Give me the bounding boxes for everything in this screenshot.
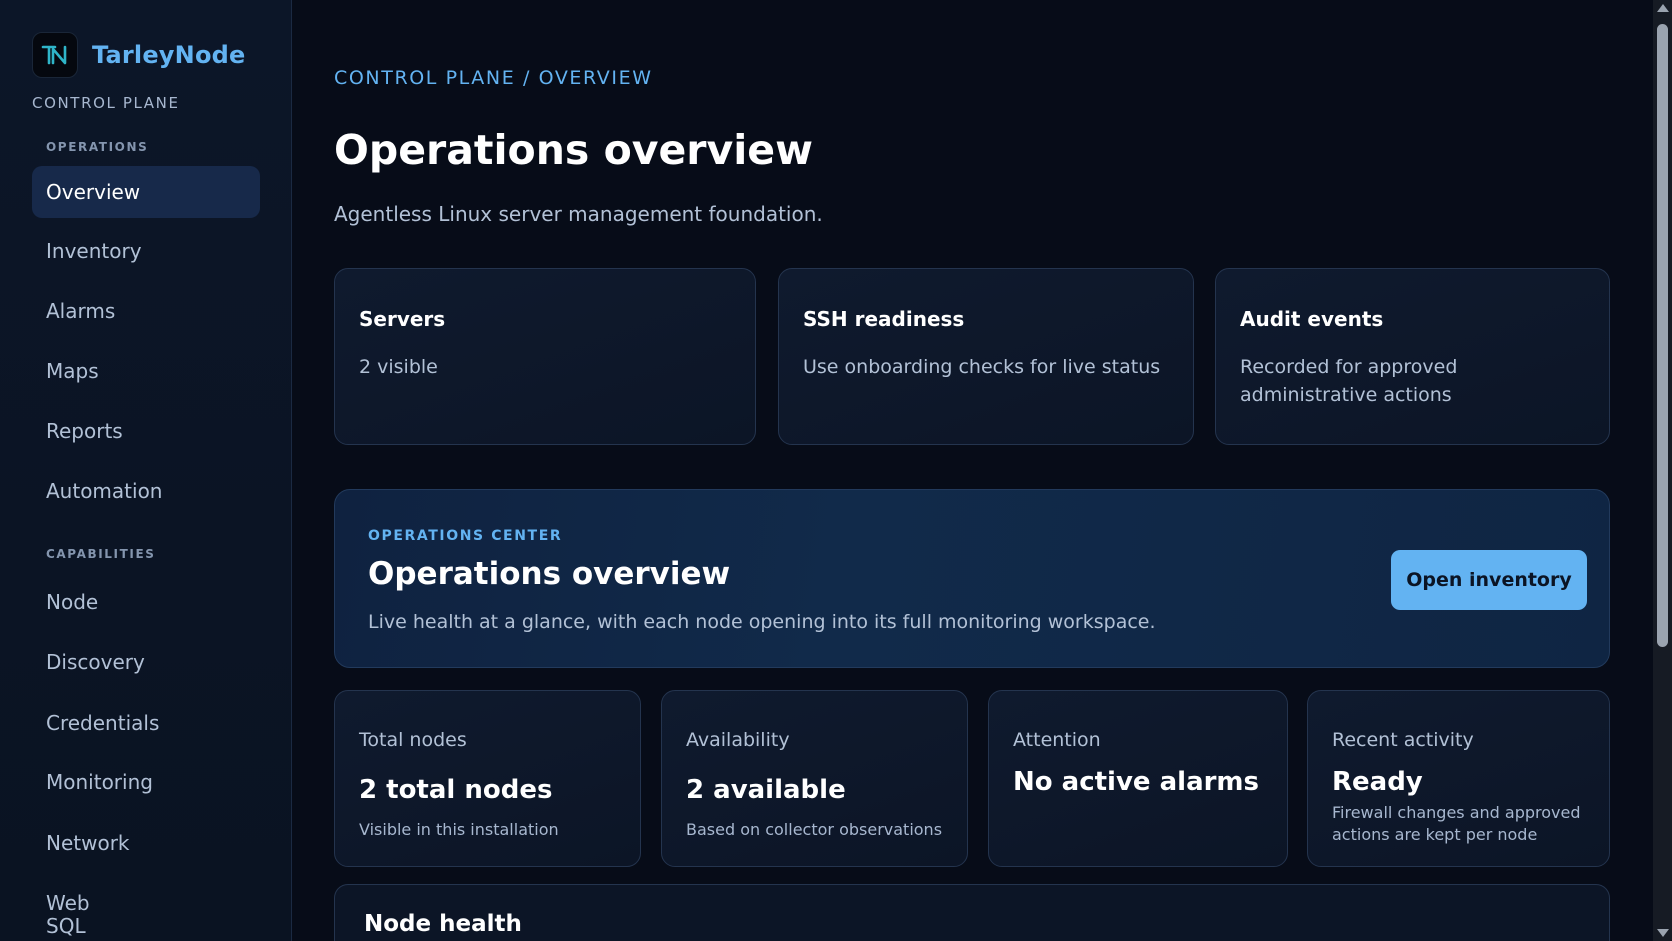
node-health-title: Node health bbox=[364, 911, 522, 937]
breadcrumb: CONTROL PLANE / OVERVIEW bbox=[334, 67, 653, 89]
page-title: Operations overview bbox=[334, 126, 813, 174]
hero-description: Live health at a glance, with each node … bbox=[368, 611, 1156, 633]
sidebar-item-label: Credentials bbox=[46, 711, 160, 735]
sidebar-item-discovery[interactable]: Discovery bbox=[32, 636, 260, 688]
node-health-panel: Node health bbox=[334, 884, 1610, 941]
page-subtitle: Agentless Linux server management founda… bbox=[334, 202, 823, 226]
brand-subtitle: CONTROL PLANE bbox=[32, 94, 180, 112]
stat-label: Recent activity bbox=[1332, 729, 1474, 751]
sidebar-item-label: Alarms bbox=[46, 299, 116, 323]
hero-title: Operations overview bbox=[368, 556, 731, 592]
sidebar-item-label: Maps bbox=[46, 359, 99, 383]
logo-glyph-icon bbox=[41, 45, 67, 65]
scrollbar-thumb[interactable] bbox=[1657, 24, 1668, 647]
card-body: Use onboarding checks for live status bbox=[803, 356, 1161, 378]
stat-card-attention: Attention No active alarms bbox=[988, 690, 1288, 867]
operations-center-banner: OPERATIONS CENTER Operations overview Li… bbox=[334, 489, 1610, 668]
sidebar-item-automation[interactable]: Automation bbox=[32, 465, 260, 517]
stat-value: 2 total nodes bbox=[359, 775, 553, 805]
stat-value: No active alarms bbox=[1013, 767, 1259, 797]
brand[interactable]: TarleyNode bbox=[32, 32, 246, 78]
vertical-scrollbar[interactable] bbox=[1653, 0, 1672, 941]
summary-card-servers: Servers 2 visible bbox=[334, 268, 756, 445]
stat-note: Visible in this installation bbox=[359, 820, 559, 839]
sidebar-item-label: Network bbox=[46, 831, 130, 855]
main-content: CONTROL PLANE / OVERVIEW Operations over… bbox=[293, 0, 1653, 941]
card-body: 2 visible bbox=[359, 356, 438, 378]
sidebar-item-node[interactable]: Node bbox=[32, 576, 260, 628]
sidebar-item-label: Discovery bbox=[46, 650, 145, 674]
card-title: Audit events bbox=[1240, 307, 1384, 331]
card-title: Servers bbox=[359, 307, 446, 331]
hero-eyebrow: OPERATIONS CENTER bbox=[368, 528, 563, 544]
stat-card-recent-activity: Recent activity Ready Firewall changes a… bbox=[1307, 690, 1610, 867]
stat-value: Ready bbox=[1332, 767, 1423, 797]
stat-label: Attention bbox=[1013, 729, 1101, 751]
brand-name: TarleyNode bbox=[92, 41, 246, 69]
sidebar-item-maps[interactable]: Maps bbox=[32, 345, 260, 397]
summary-card-audit-events: Audit events Recorded for approved admin… bbox=[1215, 268, 1610, 445]
sidebar-item-reports[interactable]: Reports bbox=[32, 405, 260, 457]
stat-note: Based on collector observations bbox=[686, 820, 943, 839]
scroll-up-arrow-icon[interactable] bbox=[1657, 4, 1669, 12]
sidebar-item-sql[interactable]: SQL bbox=[32, 912, 260, 941]
open-inventory-button[interactable]: Open inventory bbox=[1391, 550, 1587, 610]
sidebar-item-monitoring[interactable]: Monitoring bbox=[32, 756, 260, 808]
nav-section-capabilities: CAPABILITIES bbox=[46, 547, 156, 561]
stat-card-availability: Availability 2 available Based on collec… bbox=[661, 690, 968, 867]
sidebar-item-label: Automation bbox=[46, 479, 163, 503]
sidebar-item-credentials[interactable]: Credentials bbox=[32, 697, 260, 749]
sidebar-item-overview[interactable]: Overview bbox=[32, 166, 260, 218]
card-title: SSH readiness bbox=[803, 307, 965, 331]
sidebar-item-network[interactable]: Network bbox=[32, 817, 260, 869]
card-body: Recorded for approved administrative act… bbox=[1240, 356, 1458, 406]
stat-card-total-nodes: Total nodes 2 total nodes Visible in thi… bbox=[334, 690, 641, 867]
sidebar-item-label: Inventory bbox=[46, 239, 142, 263]
app-root: TarleyNode CONTROL PLANE OPERATIONS Over… bbox=[0, 0, 1672, 941]
sidebar-item-label: Monitoring bbox=[46, 770, 153, 794]
summary-card-ssh-readiness: SSH readiness Use onboarding checks for … bbox=[778, 268, 1194, 445]
stat-value: 2 available bbox=[686, 775, 846, 805]
stat-label: Total nodes bbox=[359, 729, 467, 751]
sidebar-item-label: Node bbox=[46, 590, 99, 614]
sidebar-item-label: Overview bbox=[46, 180, 141, 204]
stat-label: Availability bbox=[686, 729, 790, 751]
stat-note: Firewall changes and approved actions ar… bbox=[1332, 803, 1581, 844]
sidebar-item-inventory[interactable]: Inventory bbox=[32, 225, 260, 277]
nav-section-operations: OPERATIONS bbox=[46, 140, 149, 154]
scroll-down-arrow-icon[interactable] bbox=[1657, 929, 1669, 937]
sidebar: TarleyNode CONTROL PLANE OPERATIONS Over… bbox=[0, 0, 292, 941]
tarleynode-logo-icon bbox=[32, 32, 78, 78]
sidebar-item-label: SQL bbox=[46, 914, 86, 938]
sidebar-item-alarms[interactable]: Alarms bbox=[32, 285, 260, 337]
sidebar-item-label: Reports bbox=[46, 419, 123, 443]
